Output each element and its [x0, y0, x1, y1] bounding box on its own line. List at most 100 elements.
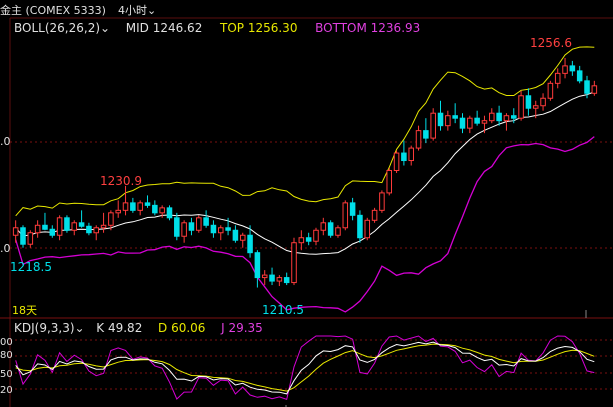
kdj-tick-0: 00 [0, 337, 13, 348]
k-value: 49.82 [107, 321, 143, 335]
candle-body [554, 72, 561, 84]
low-left-annotation: 1218.5 [10, 260, 52, 274]
candle-body [474, 117, 480, 124]
low-mid-annotation: 1210.5 [262, 303, 304, 317]
candle-body [152, 204, 158, 214]
instrument-name: 金主 (COMEX 5333) [0, 4, 106, 17]
period-selector[interactable]: 4小时⌄ [118, 2, 156, 18]
kdj-lines [15, 335, 595, 400]
top-label: TOP [219, 21, 244, 35]
candle-body [203, 217, 209, 226]
boll-bottom-line [15, 136, 595, 313]
candle-body [371, 209, 378, 221]
chart-canvas [0, 17, 613, 407]
candle-body [261, 274, 268, 279]
candle-body [49, 228, 56, 236]
candle-body [12, 227, 19, 236]
candle-body [562, 65, 568, 74]
kdj-legend: KDJ(9,3,3)⌄ K 49.82 D 60.06 J 29.35 [14, 321, 263, 335]
candle-body [42, 224, 48, 230]
candle-body [144, 202, 151, 206]
candle-body [93, 227, 100, 234]
candle-body [393, 152, 400, 171]
candle-body [56, 217, 63, 236]
mid-value: 1246.62 [152, 21, 203, 35]
candle-body [313, 229, 319, 242]
candle-body [430, 112, 436, 139]
candle-body [489, 112, 495, 122]
kdj-tick-1: 80 [0, 350, 13, 361]
candle-body [247, 234, 253, 254]
kdj-tick-2: 50 [0, 369, 13, 380]
candle-body [576, 70, 583, 82]
j-value: 29.35 [228, 321, 263, 335]
candle-body [166, 207, 173, 219]
boll-dropdown-icon[interactable]: ⌄ [100, 21, 110, 35]
candle-body [276, 277, 283, 282]
y-tick-lower: .0 [0, 242, 11, 255]
candle-body [174, 217, 180, 237]
d-label: D [157, 321, 168, 335]
candle-body [34, 224, 41, 234]
candle-body [27, 232, 34, 245]
top-value: 1256.30 [247, 21, 298, 35]
bottom-label: BOTTOM [315, 21, 367, 35]
candle-body [423, 130, 429, 139]
kdj-dropdown-icon[interactable]: ⌄ [75, 321, 85, 335]
candle-body [335, 227, 341, 236]
candle-body [291, 242, 297, 284]
high-right-annotation: 1256.6 [530, 36, 572, 50]
candle-body [130, 202, 136, 211]
candle-body [518, 95, 524, 119]
period-label: 4小时 [118, 4, 147, 17]
candle-body [467, 117, 473, 129]
candle-body [20, 227, 26, 245]
candle-body [379, 192, 385, 211]
grid-lines [0, 17, 613, 407]
candle-body [503, 115, 510, 122]
candle-body [349, 202, 356, 216]
candle-body [386, 169, 393, 194]
candle-body [547, 82, 554, 99]
chevron-down-icon: ⌄ [147, 4, 157, 17]
period-count: 18天 [12, 304, 37, 317]
candle-body [269, 274, 275, 282]
candle-body [122, 202, 129, 211]
candle-body [188, 222, 195, 231]
candle-body [532, 105, 539, 109]
candle-body [408, 147, 414, 162]
candle-body [445, 115, 451, 127]
boll-top-line [15, 46, 595, 217]
candle-body [239, 234, 246, 241]
candle-body [525, 95, 532, 109]
candle-body [364, 219, 371, 239]
y-tick-upper: .0 [0, 135, 11, 148]
candle-body [137, 202, 143, 211]
candle-body [108, 212, 114, 226]
candle-body [181, 222, 187, 237]
candle-body [283, 277, 290, 284]
candle-body [320, 222, 327, 231]
candle-body [481, 120, 488, 124]
candle-body [64, 217, 70, 231]
d-value: 60.06 [171, 321, 206, 335]
candle-body [327, 222, 334, 236]
mid-label: MID [125, 21, 149, 35]
candle-body [71, 222, 78, 231]
candle-body [217, 227, 224, 234]
candle-body [496, 112, 502, 122]
boll-label: BOLL(26,26,2) [14, 21, 101, 35]
candle-body [78, 222, 85, 227]
kdj-label: KDJ(9,3,3) [14, 321, 75, 335]
candle-body [540, 97, 546, 107]
candle-body [459, 117, 466, 129]
high-left-annotation: 1230.9 [100, 174, 142, 188]
candle-body [254, 252, 261, 279]
candle-body [569, 65, 576, 72]
candle-body [232, 229, 239, 241]
candle-body [452, 115, 458, 119]
candle-body [437, 112, 444, 127]
candle-body [415, 130, 422, 149]
candle-body [401, 152, 407, 162]
candle-body [584, 80, 590, 94]
